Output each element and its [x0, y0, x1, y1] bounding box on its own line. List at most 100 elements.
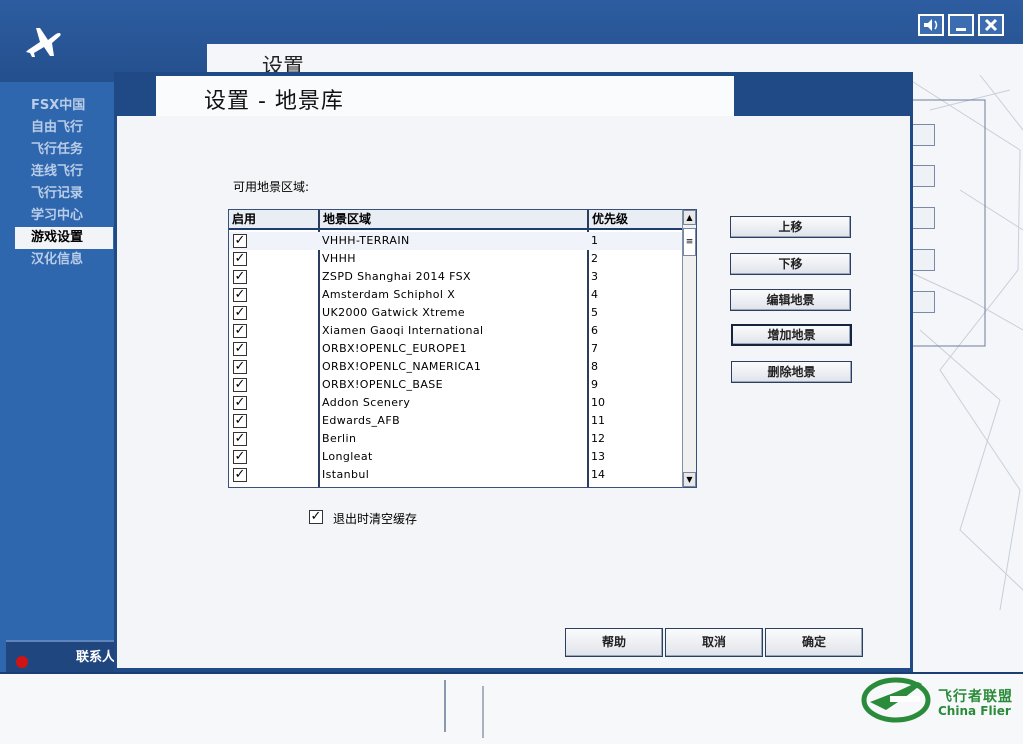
- table-row[interactable]: ✓ Berlin 12: [229, 430, 684, 448]
- contacts-panel[interactable]: 联系人: [6, 640, 118, 672]
- cancel-button[interactable]: 取消: [665, 628, 763, 657]
- sidebar-item-logbook[interactable]: 飞行记录: [15, 183, 113, 205]
- table-row[interactable]: ✓ Istanbul 14: [229, 466, 684, 484]
- table-row[interactable]: ✓ UK2000 Gatwick Xtreme 5: [229, 304, 684, 322]
- priority-value: 1: [591, 234, 598, 247]
- enabled-checkbox[interactable]: ✓: [233, 288, 247, 302]
- column-header-area[interactable]: 地景区域: [320, 210, 587, 230]
- airplane-icon: [22, 20, 64, 62]
- enabled-checkbox[interactable]: ✓: [233, 270, 247, 284]
- scroll-up-arrow-icon[interactable]: ▲: [683, 210, 696, 225]
- brand-logo: 飞行者联盟 China Flier: [856, 676, 1021, 728]
- table-row[interactable]: ✓ Longleat 13: [229, 448, 684, 466]
- enabled-checkbox[interactable]: ✓: [233, 306, 247, 320]
- sidebar-item-learning-center[interactable]: 学习中心: [15, 205, 113, 227]
- scenery-area-name: Xiamen Gaoqi International: [322, 324, 484, 337]
- china-flier-logo-icon: [861, 677, 931, 723]
- ok-button[interactable]: 确定: [765, 628, 863, 657]
- scenery-area-name: ORBX!OPENLC_NAMERICA1: [322, 360, 482, 373]
- list-header: 启用 地景区域 优先级: [229, 210, 696, 230]
- list-scrollbar[interactable]: ▲ ≡ ▼: [682, 209, 697, 488]
- enabled-checkbox[interactable]: ✓: [233, 252, 247, 266]
- move-down-button[interactable]: 下移: [730, 253, 851, 275]
- dialog-body: 可用地景区域: 启用 地景区域 优先级 ✓ VHHH-TERRAIN 1 ✓ VHHH 2…: [117, 116, 910, 738]
- priority-value: 11: [591, 414, 605, 427]
- priority-value: 10: [591, 396, 605, 409]
- enabled-checkbox[interactable]: ✓: [233, 234, 247, 248]
- table-row[interactable]: ✓ Amsterdam Schiphol X 4: [229, 286, 684, 304]
- enabled-checkbox[interactable]: ✓: [233, 432, 247, 446]
- enabled-checkbox[interactable]: ✓: [233, 342, 247, 356]
- clear-cache-label: 退出时清空缓存: [333, 512, 418, 526]
- priority-value: 5: [591, 306, 598, 319]
- sidebar-item-missions[interactable]: 飞行任务: [15, 139, 113, 161]
- scenery-area-name: VHHH-TERRAIN: [322, 234, 410, 247]
- minimize-button[interactable]: [948, 14, 974, 36]
- table-row[interactable]: ✓ VHHH-TERRAIN 1: [229, 232, 684, 250]
- enabled-checkbox[interactable]: ✓: [233, 414, 247, 428]
- enabled-checkbox[interactable]: ✓: [233, 324, 247, 338]
- sidebar-item-localization-info[interactable]: 汉化信息: [15, 249, 113, 271]
- scenery-area-name: ORBX!OPENLC_BASE: [322, 378, 443, 391]
- table-row[interactable]: ✓ ORBX!OPENLC_EUROPE1 7: [229, 340, 684, 358]
- table-row[interactable]: ✓ ZSPD Shanghai 2014 FSX 3: [229, 268, 684, 286]
- aircraft-sketch-decoration: [904, 74, 1023, 611]
- contacts-label: 联系人: [76, 650, 116, 665]
- scenery-area-name: Addon Scenery: [322, 396, 411, 409]
- available-areas-label: 可用地景区域:: [233, 180, 310, 194]
- enabled-checkbox[interactable]: ✓: [233, 468, 247, 482]
- divider: [444, 680, 446, 732]
- dialog-title-panel: 设置 - 地景库: [156, 76, 734, 116]
- priority-value: 12: [591, 432, 605, 445]
- scenery-area-list[interactable]: 启用 地景区域 优先级 ✓ VHHH-TERRAIN 1 ✓ VHHH 2 ✓ ZSPD Sh…: [228, 209, 697, 488]
- add-scenery-button[interactable]: 增加地景: [731, 324, 852, 346]
- brand-name-cn: 飞行者联盟: [938, 689, 1013, 705]
- scroll-down-arrow-icon[interactable]: ▼: [683, 472, 696, 487]
- close-button[interactable]: [978, 14, 1004, 36]
- scenery-area-name: VHHH: [322, 252, 356, 265]
- scenery-area-name: Edwards_AFB: [322, 414, 401, 427]
- priority-value: 7: [591, 342, 598, 355]
- scenery-area-name: ORBX!OPENLC_EUROPE1: [322, 342, 468, 355]
- sidebar-item-free-flight[interactable]: 自由飞行: [15, 117, 113, 139]
- enabled-checkbox[interactable]: ✓: [233, 450, 247, 464]
- scenery-area-name: Amsterdam Schiphol X: [322, 288, 456, 301]
- column-header-enabled[interactable]: 启用: [229, 210, 318, 230]
- brand-name-en: China Flier: [938, 704, 1011, 718]
- move-up-button[interactable]: 上移: [730, 216, 851, 238]
- column-header-priority[interactable]: 优先级: [589, 210, 684, 230]
- scroll-thumb[interactable]: ≡: [683, 228, 696, 256]
- table-row[interactable]: ✓ Addon Scenery 10: [229, 394, 684, 412]
- priority-value: 8: [591, 360, 598, 373]
- table-row[interactable]: ✓ ORBX!OPENLC_NAMERICA1 8: [229, 358, 684, 376]
- delete-scenery-button[interactable]: 删除地景: [731, 361, 852, 383]
- sidebar-item-game-settings[interactable]: 游戏设置: [15, 227, 113, 249]
- scenery-library-dialog: 设置 - 地景库 可用地景区域: 启用 地景区域 优先级 ✓ VHHH-TERRA…: [114, 72, 913, 738]
- priority-value: 4: [591, 288, 598, 301]
- enabled-checkbox[interactable]: ✓: [233, 396, 247, 410]
- priority-value: 3: [591, 270, 598, 283]
- table-row[interactable]: ✓ Xiamen Gaoqi International 6: [229, 322, 684, 340]
- table-row[interactable]: ✓ VHHH 2: [229, 250, 684, 268]
- sidebar-item-multiplayer[interactable]: 连线飞行: [15, 161, 113, 183]
- help-button[interactable]: 帮助: [565, 628, 663, 657]
- scenery-area-name: Berlin: [322, 432, 357, 445]
- clear-cache-checkbox[interactable]: ✓: [309, 510, 323, 524]
- edit-scenery-button[interactable]: 编辑地景: [730, 289, 851, 311]
- priority-value: 13: [591, 450, 605, 463]
- sidebar: FSX中国 自由飞行 飞行任务 连线飞行 飞行记录 学习中心 游戏设置 汉化信息: [0, 82, 118, 672]
- table-row[interactable]: ✓ Edwards_AFB 11: [229, 412, 684, 430]
- table-row[interactable]: ✓ ORBX!OPENLC_BASE 9: [229, 376, 684, 394]
- priority-value: 6: [591, 324, 598, 337]
- scenery-area-name: ZSPD Shanghai 2014 FSX: [322, 270, 471, 283]
- status-dot-icon: [16, 656, 28, 668]
- priority-value: 14: [591, 468, 605, 481]
- dialog-title: 设置 - 地景库: [204, 89, 344, 114]
- sound-icon[interactable]: [918, 14, 944, 36]
- enabled-checkbox[interactable]: ✓: [233, 360, 247, 374]
- enabled-checkbox[interactable]: ✓: [233, 378, 247, 392]
- scenery-area-name: UK2000 Gatwick Xtreme: [322, 306, 466, 319]
- divider: [482, 686, 484, 738]
- priority-value: 2: [591, 252, 598, 265]
- sidebar-item-fsx-china[interactable]: FSX中国: [15, 95, 113, 117]
